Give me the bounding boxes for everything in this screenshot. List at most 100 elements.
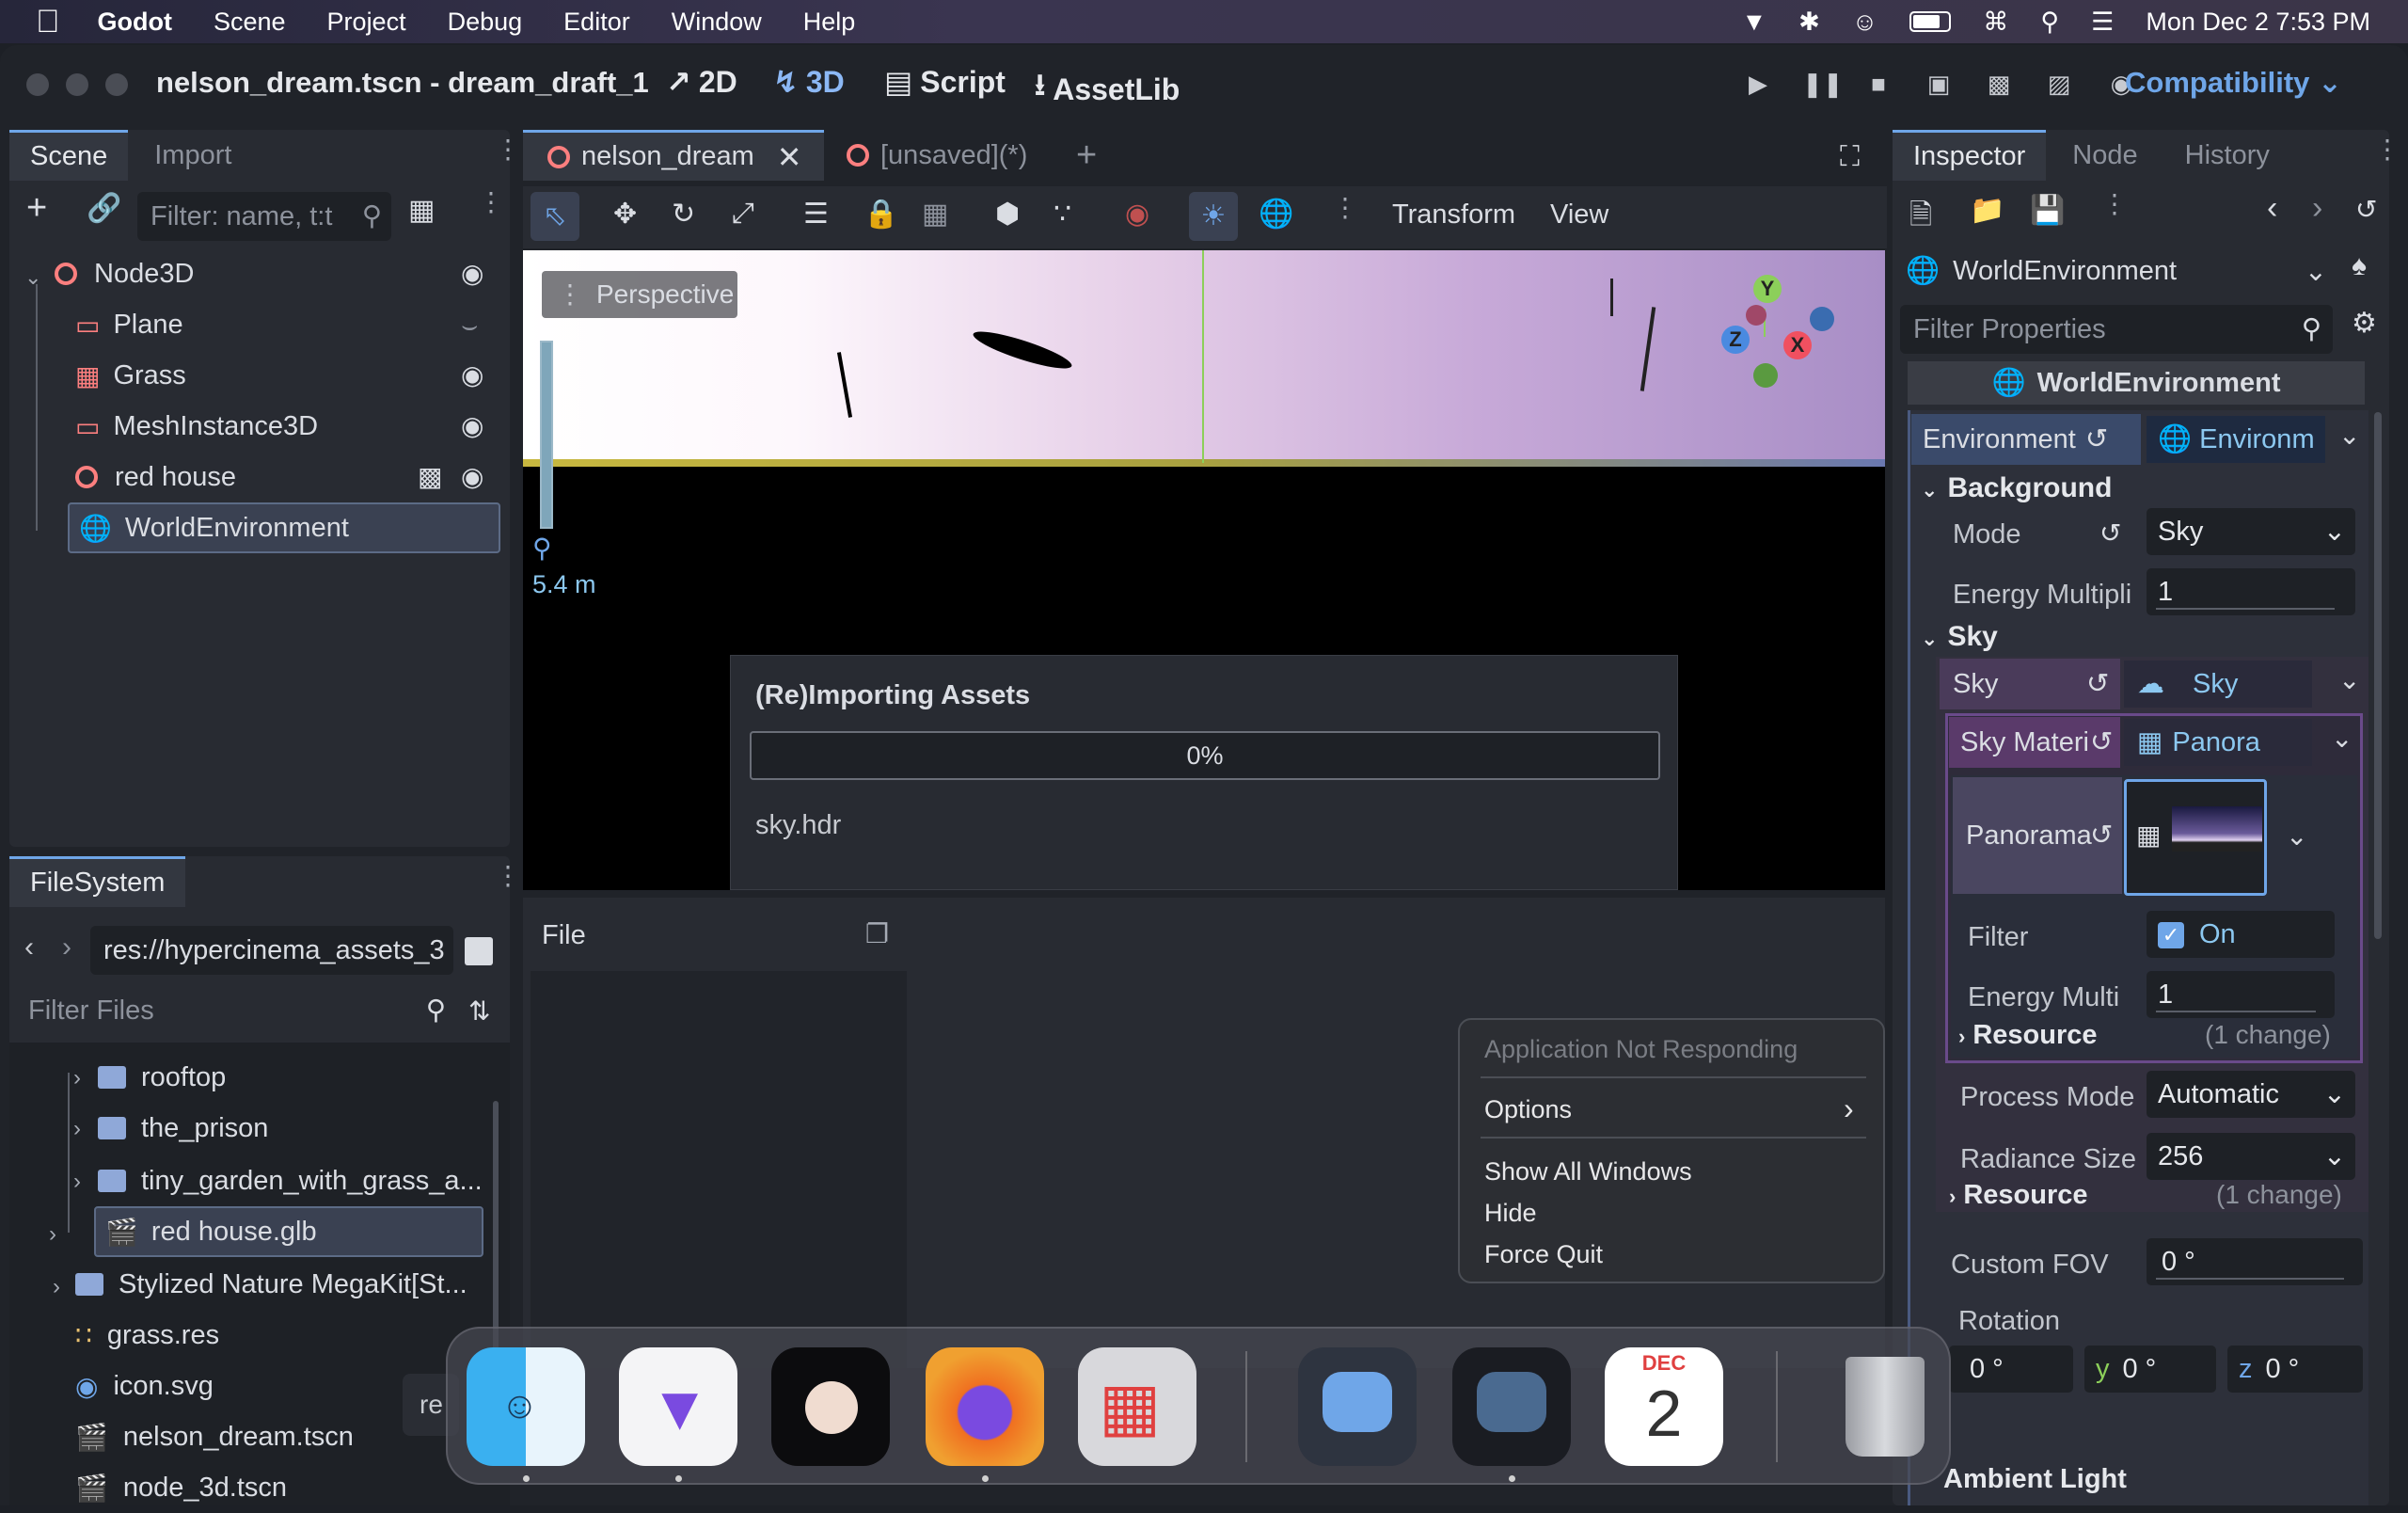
minimize-window-icon[interactable] (66, 73, 88, 96)
filter-properties-input[interactable]: Filter Properties ⚲ (1900, 305, 2333, 354)
energy-multi-field[interactable]: 1 (2147, 971, 2335, 1018)
tab-scene[interactable]: Scene (9, 130, 129, 181)
environment-resource-picker[interactable]: 🌐 Environm (2147, 416, 2325, 463)
revert-icon[interactable]: ↺ (2090, 717, 2113, 768)
menu-window[interactable]: Window (672, 8, 762, 37)
play-scene-icon[interactable]: ▩ (1983, 70, 2015, 102)
distraction-free-icon[interactable]: ⛶ (1840, 141, 1860, 173)
control-center-icon[interactable]: ☰ (2091, 8, 2114, 37)
x-axis-handle[interactable]: X (1783, 331, 1812, 359)
property-settings-icon[interactable]: ⚙ (2352, 307, 2377, 340)
visibility-eye-icon[interactable]: ◉ (461, 258, 483, 289)
tree-node-node3d[interactable]: Node3D (55, 248, 497, 299)
select-tool-icon[interactable]: ⬁ (531, 192, 579, 241)
workspace-script-button[interactable]: ▤ Script (884, 64, 1006, 100)
expand-arrow-icon[interactable]: › (73, 1065, 81, 1091)
tree-node-grass[interactable]: ▦ Grass (75, 350, 489, 401)
inspector-scrollbar[interactable] (2374, 412, 2382, 939)
camera-preview-icon[interactable]: ◉ (1125, 198, 1149, 231)
calendar-icon[interactable]: DEC 2 (1605, 1347, 1723, 1466)
file-menu[interactable]: File (542, 920, 586, 951)
proton-vpn-icon[interactable]: ▼ (619, 1347, 737, 1466)
neg-x-handle[interactable] (1810, 307, 1834, 331)
filesystem-menu-icon[interactable]: ⋮ (495, 863, 521, 889)
local-space-icon[interactable]: ⬢ (995, 198, 1020, 231)
new-resource-icon[interactable]: 🗎 (1909, 194, 1932, 242)
expand-arrow-icon[interactable]: › (73, 1169, 81, 1195)
rotation-y-field[interactable]: y 0 ° (2084, 1346, 2216, 1393)
lock-icon[interactable]: 🔒 (863, 198, 898, 231)
path-field[interactable]: res://hypercinema_assets_3 (90, 926, 453, 975)
instance-scene-icon[interactable]: ▦ (408, 194, 435, 227)
menu-show-all-windows[interactable]: Show All Windows (1484, 1157, 1692, 1187)
tab-inspector[interactable]: Inspector (1893, 130, 2047, 181)
revert-icon[interactable]: ↺ (2090, 777, 2113, 894)
revert-icon[interactable]: ↺ (2085, 424, 2108, 454)
folder-the-prison[interactable]: the_prison (98, 1103, 493, 1154)
stop-icon[interactable]: ■ (1862, 70, 1894, 102)
bluetooth-icon[interactable]: ✱ (1798, 8, 1820, 37)
menu-scene[interactable]: Scene (214, 8, 286, 37)
folder-stylized-nature[interactable]: Stylized Nature MegaKit[St... (75, 1259, 489, 1310)
rotation-x-field[interactable]: 0 ° (1949, 1346, 2073, 1393)
sun-toggle-icon[interactable]: ☀ (1189, 192, 1238, 241)
pause-icon[interactable]: ❚❚ (1802, 70, 1844, 102)
play-custom-scene-icon[interactable]: ▨ (2043, 70, 2075, 102)
folder-tiny-garden[interactable]: tiny_garden_with_grass_a... (98, 1155, 493, 1206)
vpn-icon[interactable]: ▼ (1741, 8, 1766, 37)
sky-material-resource-picker[interactable]: ▦ Panora (2124, 719, 2312, 766)
list-select-icon[interactable]: ☰ (803, 198, 829, 231)
godot-icon[interactable] (1298, 1347, 1417, 1466)
mode-select[interactable]: Sky ⌄ (2147, 508, 2355, 555)
scene-dock-menu-icon[interactable]: ⋮ (495, 136, 521, 163)
apple-icon[interactable]:  (36, 4, 60, 40)
tree-node-plane[interactable]: ▭ Plane (75, 299, 489, 350)
tab-history[interactable]: History (2164, 130, 2290, 181)
transform-menu[interactable]: Transform (1392, 199, 1515, 231)
chevron-down-icon[interactable]: ⌄ (2338, 420, 2360, 451)
hidden-eye-icon[interactable]: ⌣ (461, 311, 478, 342)
axis-gizmo[interactable]: Y X Z (1718, 271, 1834, 388)
sort-icon[interactable]: ⇅ (468, 995, 490, 1027)
inspector-menu-icon[interactable]: ⋮ (2374, 136, 2400, 163)
neg-y-handle[interactable] (1753, 363, 1778, 388)
snap-icon[interactable]: ∵ (1054, 198, 1071, 231)
add-node-icon[interactable]: + (26, 188, 47, 229)
menu-hide[interactable]: Hide (1484, 1199, 1537, 1228)
tab-filesystem[interactable]: FileSystem (9, 856, 186, 907)
viewport-options-icon[interactable]: ⋮ (1332, 195, 1358, 221)
menubar-clock[interactable]: Mon Dec 2 7:53 PM (2146, 8, 2370, 37)
zoom-window-icon[interactable] (105, 73, 128, 96)
layout-icon[interactable]: ❐ (865, 918, 889, 949)
tree-node-worldenvironment[interactable]: 🌐 WorldEnvironment (68, 502, 500, 553)
energy-field[interactable]: 1 (2147, 568, 2355, 615)
battery-icon[interactable] (1909, 11, 1952, 32)
resource-menu-icon[interactable]: ⋮ (2101, 191, 2128, 217)
scale-tool-icon[interactable]: ⤢ (732, 198, 754, 230)
forward-arrow-icon[interactable]: › (62, 932, 71, 964)
sky-section[interactable]: ⌄ Sky (1921, 621, 1998, 653)
filter-files-input[interactable]: Filter Files ⚲ (15, 986, 457, 1035)
history-icon[interactable]: ↺ (2355, 194, 2377, 225)
folder-rooftop[interactable]: rooftop (98, 1052, 493, 1103)
search-icon[interactable]: ⚲ (2040, 8, 2059, 37)
group-icon[interactable]: ▦ (922, 198, 948, 231)
chevron-down-icon[interactable]: ⌄ (2338, 664, 2360, 695)
expand-arrow-icon[interactable]: › (53, 1274, 60, 1300)
move-tool-icon[interactable]: ✥ (613, 198, 637, 231)
save-icon[interactable]: 💾 (2030, 194, 2065, 227)
chevron-down-icon[interactable]: ⌄ (2331, 723, 2353, 754)
filter-checkbox[interactable]: ✓ On (2147, 911, 2335, 958)
new-scene-tab-icon[interactable]: + (1076, 135, 1097, 176)
close-window-icon[interactable] (26, 73, 49, 96)
energy-multi-slider[interactable] (2156, 1011, 2316, 1012)
menu-debug[interactable]: Debug (448, 8, 523, 37)
trash-icon[interactable] (1825, 1347, 1943, 1466)
open-folder-icon[interactable]: 📁 (1970, 194, 2004, 227)
play-icon[interactable]: ▶ (1742, 70, 1774, 102)
visibility-eye-icon[interactable]: ◉ (461, 359, 483, 390)
workspace-2d-button[interactable]: ↗ 2D (666, 64, 737, 100)
scene-tab-unsaved[interactable]: [unsaved](*) (847, 130, 1027, 181)
collapse-arrow-icon[interactable]: ⌄ (24, 265, 41, 290)
history-back-icon[interactable]: ‹ (2267, 190, 2277, 227)
